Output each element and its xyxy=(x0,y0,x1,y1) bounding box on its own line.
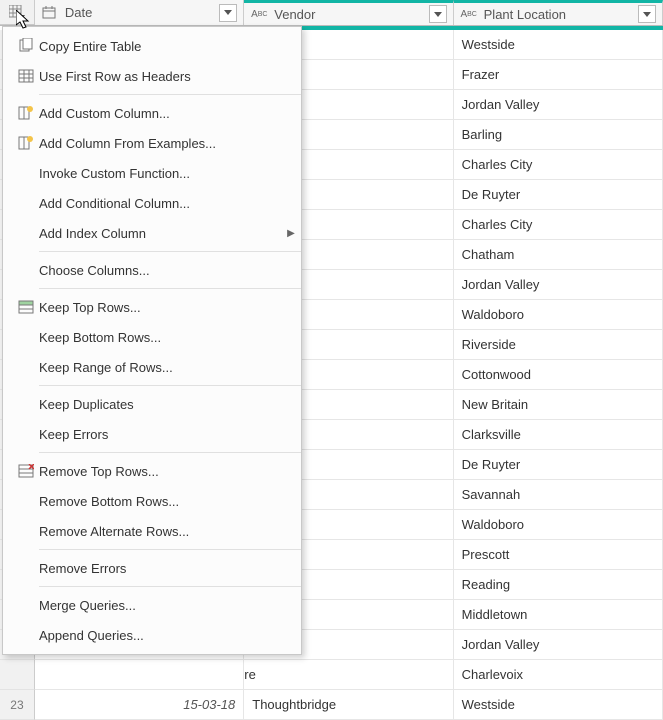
menu-item[interactable]: Keep Errors xyxy=(3,419,301,449)
cell-plant-location[interactable]: New Britain xyxy=(454,390,663,419)
cell-plant-location[interactable]: Charlevoix xyxy=(454,660,663,689)
cell-plant-location[interactable]: Cottonwood xyxy=(454,360,663,389)
table-corner-menu-button[interactable] xyxy=(0,0,35,25)
remove-rows-icon xyxy=(13,464,39,478)
menu-item-label: Choose Columns... xyxy=(39,263,301,278)
table-icon xyxy=(13,69,39,83)
menu-item-label: Keep Duplicates xyxy=(39,397,301,412)
menu-item[interactable]: Keep Bottom Rows... xyxy=(3,322,301,352)
menu-item-label: Append Queries... xyxy=(39,628,301,643)
cell-date[interactable] xyxy=(35,660,244,689)
menu-separator xyxy=(39,385,301,386)
keep-rows-icon xyxy=(13,300,39,314)
menu-item-label: Add Conditional Column... xyxy=(39,196,301,211)
submenu-arrow-icon: ▶ xyxy=(281,228,301,239)
cell-plant-location[interactable]: De Ruyter xyxy=(454,450,663,479)
menu-item-label: Keep Bottom Rows... xyxy=(39,330,301,345)
cell-plant-location[interactable]: Savannah xyxy=(454,480,663,509)
cell-date[interactable]: 15-03-18 xyxy=(35,690,244,719)
cell-vendor[interactable]: Thoughtbridge xyxy=(244,690,453,719)
cell-plant-location[interactable]: Jordan Valley xyxy=(454,270,663,299)
row-number-cell[interactable]: 23 xyxy=(0,690,35,720)
menu-separator xyxy=(39,549,301,550)
menu-item-label: Keep Errors xyxy=(39,427,301,442)
menu-item[interactable]: Add Column From Examples... xyxy=(3,128,301,158)
menu-item[interactable]: Append Queries... xyxy=(3,620,301,650)
column-header-label: Plant Location xyxy=(484,7,638,22)
menu-item[interactable]: Add Custom Column... xyxy=(3,98,301,128)
menu-separator xyxy=(39,288,301,289)
cell-plant-location[interactable]: Westside xyxy=(454,690,663,719)
column-filter-button[interactable] xyxy=(219,4,237,22)
column-header-label: Vendor xyxy=(274,7,428,22)
menu-item-label: Remove Top Rows... xyxy=(39,464,301,479)
menu-separator xyxy=(39,251,301,252)
add-col-ex-icon xyxy=(13,136,39,150)
menu-item-label: Keep Range of Rows... xyxy=(39,360,301,375)
row-number-cell[interactable] xyxy=(0,660,35,690)
cell-plant-location[interactable]: Jordan Valley xyxy=(454,630,663,659)
cell-plant-location[interactable]: Chatham xyxy=(454,240,663,269)
cell-plant-location[interactable]: Clarksville xyxy=(454,420,663,449)
cell-plant-location[interactable]: Westside xyxy=(454,30,663,59)
column-header-row: Date ABC Vendor ABC Plant Location xyxy=(0,0,663,26)
menu-item[interactable]: Remove Top Rows... xyxy=(3,456,301,486)
menu-item[interactable]: Use First Row as Headers xyxy=(3,61,301,91)
text-type-icon: ABC xyxy=(250,9,268,20)
table-context-menu: Copy Entire Table Use First Row as Header… xyxy=(2,26,302,655)
menu-item[interactable]: Keep Duplicates xyxy=(3,389,301,419)
menu-item[interactable]: Copy Entire Table xyxy=(3,31,301,61)
cell-plant-location[interactable]: Waldoboro xyxy=(454,300,663,329)
menu-item[interactable]: Invoke Custom Function... xyxy=(3,158,301,188)
column-filter-button[interactable] xyxy=(638,5,656,23)
column-header-label: Date xyxy=(65,5,219,20)
menu-item[interactable]: Choose Columns... xyxy=(3,255,301,285)
cell-plant-location[interactable]: Reading xyxy=(454,570,663,599)
menu-item-label: Remove Alternate Rows... xyxy=(39,524,301,539)
text-type-icon: ABC xyxy=(460,9,478,20)
menu-item-label: Remove Bottom Rows... xyxy=(39,494,301,509)
menu-item-label: Invoke Custom Function... xyxy=(39,166,301,181)
menu-item-label: Copy Entire Table xyxy=(39,39,301,54)
cell-plant-location[interactable]: Waldoboro xyxy=(454,510,663,539)
cell-plant-location[interactable]: Charles City xyxy=(454,210,663,239)
cell-plant-location[interactable]: Jordan Valley xyxy=(454,90,663,119)
menu-item[interactable]: Remove Bottom Rows... xyxy=(3,486,301,516)
menu-item-label: Add Index Column xyxy=(39,226,281,241)
add-col-icon xyxy=(13,106,39,120)
menu-item-label: Merge Queries... xyxy=(39,598,301,613)
table-row[interactable]: reCharlevoix xyxy=(0,660,663,690)
menu-item-label: Add Custom Column... xyxy=(39,106,301,121)
column-filter-button[interactable] xyxy=(429,5,447,23)
menu-item[interactable]: Remove Alternate Rows... xyxy=(3,516,301,546)
menu-item-label: Use First Row as Headers xyxy=(39,69,301,84)
menu-item-label: Keep Top Rows... xyxy=(39,300,301,315)
menu-separator xyxy=(39,94,301,95)
cell-plant-location[interactable]: Riverside xyxy=(454,330,663,359)
menu-item[interactable]: Add Index Column▶ xyxy=(3,218,301,248)
menu-separator xyxy=(39,586,301,587)
column-header-vendor[interactable]: ABC Vendor xyxy=(244,0,453,25)
column-header-plant-location[interactable]: ABC Plant Location xyxy=(454,0,663,25)
menu-item[interactable]: Merge Queries... xyxy=(3,590,301,620)
menu-item[interactable]: Add Conditional Column... xyxy=(3,188,301,218)
menu-item[interactable]: Keep Top Rows... xyxy=(3,292,301,322)
cell-plant-location[interactable]: Middletown xyxy=(454,600,663,629)
copy-icon xyxy=(13,38,39,54)
cell-plant-location[interactable]: De Ruyter xyxy=(454,180,663,209)
menu-item-label: Add Column From Examples... xyxy=(39,136,301,151)
cell-vendor[interactable]: re xyxy=(244,660,453,689)
cell-plant-location[interactable]: Prescott xyxy=(454,540,663,569)
cell-plant-location[interactable]: Charles City xyxy=(454,150,663,179)
menu-item-label: Remove Errors xyxy=(39,561,301,576)
column-header-date[interactable]: Date xyxy=(35,0,244,25)
menu-separator xyxy=(39,452,301,453)
menu-item[interactable]: Remove Errors xyxy=(3,553,301,583)
cell-plant-location[interactable]: Barling xyxy=(454,120,663,149)
table-row[interactable]: 2315-03-18ThoughtbridgeWestside xyxy=(0,690,663,720)
menu-item[interactable]: Keep Range of Rows... xyxy=(3,352,301,382)
date-type-icon xyxy=(41,6,59,20)
cell-plant-location[interactable]: Frazer xyxy=(454,60,663,89)
